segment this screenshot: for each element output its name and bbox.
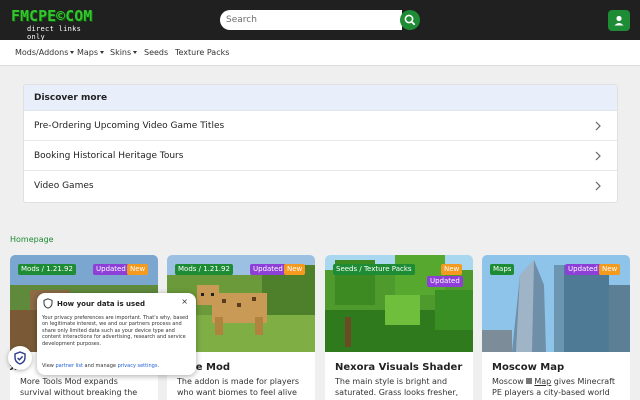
site-logo[interactable]: FMCPE©COM direct links only (11, 7, 103, 42)
card-description: More Tools Mod expands survival without … (20, 377, 138, 400)
dropdown-caret-icon (100, 51, 105, 54)
new-badge: New (441, 264, 463, 275)
updated-badge: Updated (565, 264, 601, 275)
new-badge: New (599, 264, 621, 275)
account-button[interactable] (608, 10, 630, 31)
discover-item[interactable]: Booking Historical Heritage Tours (24, 141, 617, 171)
dropdown-caret-icon (70, 51, 75, 54)
consent-title: How your data is used (57, 300, 145, 308)
card-description: The main style is bright and saturated. … (335, 377, 459, 400)
discover-title: Discover more (34, 93, 108, 103)
card-title[interactable]: Nexora Visuals Shader (335, 362, 462, 373)
logo-tagline: direct links only (27, 25, 82, 41)
shield-icon (43, 298, 53, 309)
updated-badge: Updated (93, 264, 129, 275)
main-nav: Mods/Addons Maps Skins Seeds Texture Pac… (0, 40, 640, 66)
nav-label: Skins (110, 48, 132, 57)
nav-item-maps[interactable]: Maps (77, 48, 105, 57)
card-title[interactable]: Moscow Map (492, 362, 564, 373)
post-card[interactable]: Seeds / Texture Packs New Updated Nexora… (325, 255, 473, 400)
search-box (220, 10, 420, 30)
consent-footer: View partner list and manage privacy set… (42, 363, 192, 369)
category-badge[interactable]: Mods / 1.21.92 (18, 264, 76, 275)
chevron-right-icon (595, 151, 601, 161)
discover-item-label: Pre-Ordering Upcoming Video Game Titles (34, 121, 225, 131)
nav-item-skins[interactable]: Skins (110, 48, 138, 57)
privacy-consent-popup: How your data is used × Your privacy pre… (37, 293, 196, 375)
nav-label: Maps (77, 48, 99, 57)
discover-item[interactable]: Pre-Ordering Upcoming Video Game Titles (24, 111, 617, 141)
discover-header: Discover more (24, 85, 617, 111)
nav-item-seeds[interactable]: Seeds (144, 48, 168, 57)
nav-label: Seeds (144, 48, 169, 57)
partner-list-link[interactable]: partner list (55, 363, 83, 369)
discover-item[interactable]: Video Games (24, 171, 617, 201)
privacy-shield-icon (14, 351, 26, 365)
grid-icon (526, 378, 533, 384)
search-button[interactable] (400, 10, 420, 30)
discover-more-panel: Discover more Pre-Ordering Upcoming Vide… (23, 84, 618, 203)
updated-badge: Updated (250, 264, 286, 275)
consent-body: Your privacy preferences are important. … (42, 315, 189, 347)
new-badge: New (127, 264, 149, 275)
user-icon (614, 15, 624, 26)
close-icon[interactable]: × (181, 297, 188, 306)
discover-item-label: Video Games (34, 181, 94, 191)
logo-main-text: FMCPE©COM (11, 7, 93, 25)
chevron-right-icon (595, 181, 601, 191)
post-card[interactable]: Maps Updated New Moscow Map Moscow Map g… (482, 255, 630, 400)
card-description: Moscow Map gives Minecraft PE players a … (492, 376, 622, 398)
nav-item-texture-packs[interactable]: Texture Packs (175, 48, 229, 57)
card-description: The addon is made for players who want b… (177, 377, 300, 397)
map-link[interactable]: Map (534, 377, 551, 386)
category-badge[interactable]: Seeds / Texture Packs (333, 264, 415, 275)
search-icon (404, 14, 416, 26)
nav-item-mods-addons[interactable]: Mods/Addons (15, 48, 75, 57)
dropdown-caret-icon (133, 51, 138, 54)
discover-item-label: Booking Historical Heritage Tours (34, 151, 184, 161)
nav-label: Mods/Addons (15, 48, 69, 57)
consent-foot-text: and manage (82, 363, 118, 369)
desc-text: Moscow (492, 377, 527, 386)
nav-label: Texture Packs (175, 48, 230, 57)
new-badge: New (284, 264, 306, 275)
privacy-settings-link[interactable]: privacy settings (118, 363, 158, 369)
consent-foot-text: . (157, 363, 160, 369)
updated-badge: Updated (427, 276, 463, 287)
category-badge[interactable]: Mods / 1.21.92 (175, 264, 233, 275)
category-badge[interactable]: Maps (490, 264, 515, 275)
chevron-right-icon (595, 121, 601, 131)
search-input[interactable] (220, 10, 402, 30)
privacy-settings-button[interactable] (8, 346, 32, 370)
section-title-homepage[interactable]: Homepage (10, 235, 54, 244)
top-header: FMCPE©COM direct links only (0, 0, 640, 42)
consent-foot-text: View (42, 363, 56, 369)
